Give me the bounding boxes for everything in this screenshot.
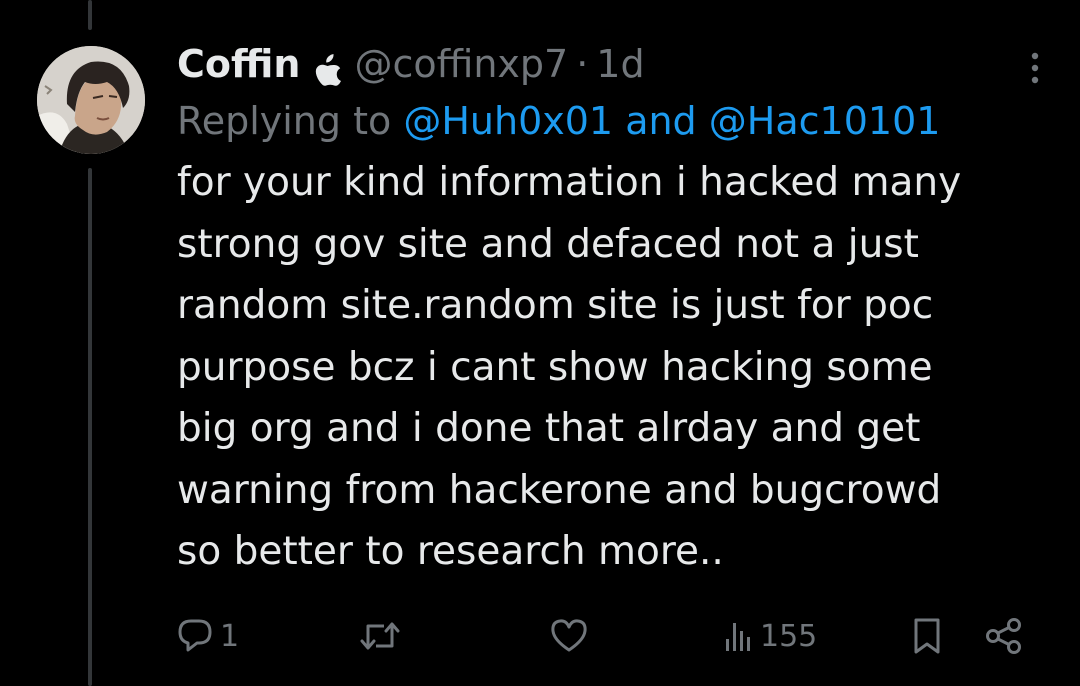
tweet[interactable]: Coffin @coffinxp7 · 1d Replying to @Huh0… — [177, 38, 1037, 583]
reply-count: 1 — [220, 618, 240, 654]
reply-icon — [178, 619, 212, 652]
separator-dot: · — [576, 42, 589, 86]
heart-icon — [551, 619, 587, 652]
more-options-icon[interactable] — [1030, 50, 1040, 86]
timestamp[interactable]: 1d — [596, 38, 644, 90]
tweet-text-line: random site.random site is just for poc — [177, 283, 934, 328]
bookmark-button[interactable] — [912, 612, 942, 660]
mention-link[interactable]: @Huh0x01 — [403, 99, 613, 143]
replying-to-label: Replying to — [177, 99, 392, 143]
share-icon — [986, 618, 1021, 654]
tweet-text-line: warning from hackerone and bugcrowd — [177, 467, 942, 513]
tweet-text-line: big org and i done that alrday and get — [177, 406, 921, 451]
avatar-image — [37, 46, 145, 154]
tweet-text: for your kind information i hacked many … — [177, 152, 1027, 583]
avatar[interactable] — [37, 46, 145, 154]
tweet-text-line: strong gov site and defaced not a just — [177, 221, 919, 267]
reply-button[interactable]: 1 — [176, 612, 239, 660]
retweet-icon — [360, 622, 400, 650]
tweet-text-line: purpose bcz i cant show hacking some — [177, 344, 933, 390]
views-button[interactable]: 155 — [724, 612, 817, 660]
like-button[interactable] — [550, 612, 588, 660]
thread-connector-bottom — [88, 168, 92, 686]
tweet-header: Coffin @coffinxp7 · 1d — [177, 38, 1037, 90]
views-count: 155 — [760, 618, 818, 654]
tweet-actions: 1 155 — [176, 612, 1036, 660]
tweet-text-line: for your kind information i hacked many — [177, 160, 962, 205]
handle[interactable]: @coffinxp7 — [354, 38, 568, 90]
tweet-text-line: so better to research more.. — [177, 529, 724, 574]
apple-icon — [314, 47, 342, 86]
display-name[interactable]: Coffin — [177, 38, 300, 90]
replying-to: Replying to @Huh0x01 and @Hac10101 — [177, 96, 1037, 146]
thread-connector-top — [88, 0, 92, 30]
share-button[interactable] — [984, 612, 1024, 660]
replying-to-joiner: and — [625, 99, 697, 143]
bookmark-icon — [914, 618, 940, 654]
mention-link[interactable]: @Hac10101 — [709, 99, 941, 143]
views-icon — [726, 623, 750, 651]
retweet-button[interactable] — [360, 612, 400, 660]
